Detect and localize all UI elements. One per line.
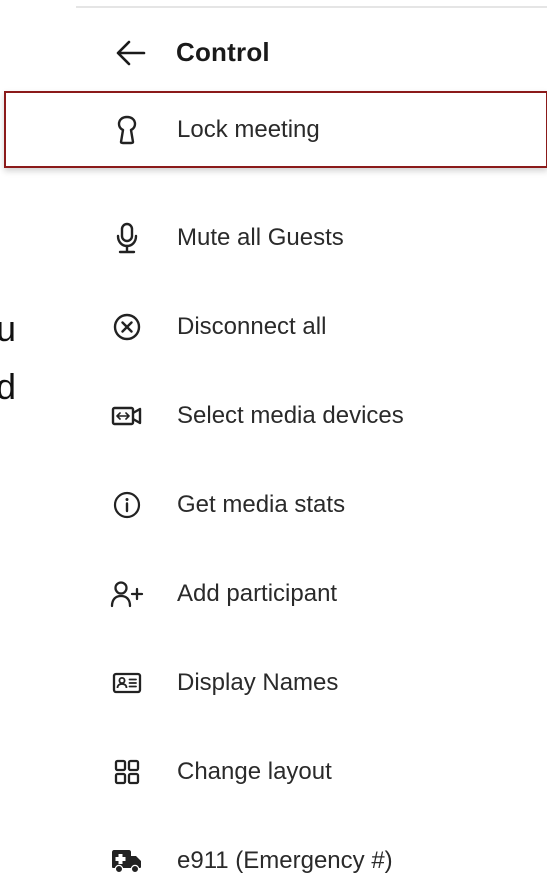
info-circle-icon [110, 488, 144, 522]
menu-item-label: Mute all Guests [177, 223, 344, 251]
background-text: u [0, 308, 17, 349]
back-button[interactable] [114, 38, 148, 68]
menu-item-label: Display Names [177, 668, 339, 696]
id-card-icon [110, 666, 144, 700]
menu-item-e911[interactable]: e911 (Emergency #) [76, 816, 547, 873]
menu-item-add-participant[interactable]: Add participant [76, 549, 547, 638]
menu-item-disconnect-all[interactable]: Disconnect all [76, 282, 547, 371]
divider [76, 6, 547, 8]
lock-meeting-button[interactable]: Lock meeting [4, 91, 547, 168]
control-panel: Control Lock meeting Mute all Guests Dis… [4, 0, 547, 873]
app-root: u d Control Lock meeting Mute all Guests… [0, 0, 547, 873]
menu-item-mute-all-guests[interactable]: Mute all Guests [76, 193, 547, 282]
arrow-left-icon [116, 40, 146, 66]
menu-item-label: Change layout [177, 757, 332, 785]
close-circle-icon [110, 310, 144, 344]
microphone-icon [110, 221, 144, 255]
menu-item-lock-meeting: Lock meeting [4, 91, 547, 193]
ambulance-icon [110, 844, 144, 873]
menu-item-label: Select media devices [177, 401, 404, 429]
add-person-icon [110, 577, 144, 611]
grid-layout-icon [110, 755, 144, 789]
menu-item-label: Add participant [177, 579, 338, 607]
background-text: d [0, 366, 17, 407]
menu-item-select-media-devices[interactable]: Select media devices [76, 371, 547, 460]
menu-item-label: Get media stats [177, 490, 346, 518]
background-content: u d [0, 300, 30, 416]
keyhole-icon [110, 113, 144, 147]
menu-item-label: Disconnect all [177, 312, 327, 340]
control-menu: Lock meeting Mute all Guests Disconnect … [4, 91, 547, 873]
camera-switch-icon [110, 399, 144, 433]
panel-header: Control [76, 24, 547, 80]
menu-item-display-names[interactable]: Display Names [76, 638, 547, 727]
menu-item-change-layout[interactable]: Change layout [76, 727, 547, 816]
menu-item-get-media-stats[interactable]: Get media stats [76, 460, 547, 549]
menu-item-label: e911 (Emergency #) [177, 846, 393, 873]
page-title: Control [176, 37, 270, 67]
menu-item-label: Lock meeting [177, 115, 320, 143]
